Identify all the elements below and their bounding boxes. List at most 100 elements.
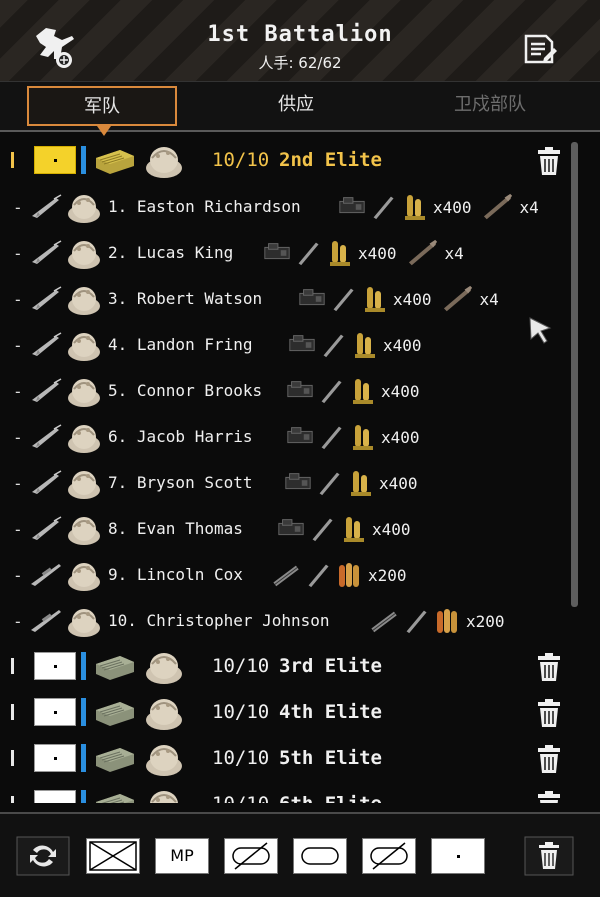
tab-garrison[interactable]: 卫戍部队 <box>415 86 565 126</box>
manpower-label: 人手: <box>258 54 294 72</box>
tab-army[interactable]: 军队 <box>27 86 177 136</box>
squad-flag[interactable] <box>34 146 76 174</box>
squad-name: 6th Elite <box>279 793 382 803</box>
sight-icon <box>287 427 313 444</box>
trash-icon[interactable] <box>537 698 561 728</box>
sight-icon <box>299 289 325 306</box>
formation-slot-oval[interactable] <box>293 838 347 874</box>
tank-icon[interactable] <box>94 698 136 728</box>
helmet-icon <box>68 471 100 499</box>
soldier-row[interactable]: - 2. Lucas King x400 x4 <box>0 230 565 276</box>
squad-count: 10/10 <box>212 793 269 803</box>
tank-icon[interactable] <box>94 744 136 774</box>
soldier-row[interactable]: - 9. Lincoln Cox x200 <box>0 552 565 598</box>
ammo-icon <box>437 609 457 633</box>
tank-icon[interactable] <box>94 790 136 803</box>
squad-name: 3rd Elite <box>279 655 382 677</box>
soldier-row[interactable]: - 5. Connor Brooks x400 <box>0 368 565 414</box>
soldier-name: 9. Lincoln Cox <box>108 565 243 584</box>
ammo-icon <box>330 241 350 266</box>
tab-supply[interactable]: 供应 <box>221 86 371 126</box>
squad-flag[interactable] <box>34 790 76 803</box>
soldier-name: 4. Landon Fring <box>108 335 253 354</box>
trash-icon[interactable] <box>537 744 561 774</box>
squad-row[interactable]: 10/10 3rd Elite <box>0 644 565 690</box>
rifle-icon <box>32 516 62 540</box>
soldier-row[interactable]: - 3. Robert Watson x400 x4 <box>0 276 565 322</box>
tank-icon[interactable] <box>94 652 136 682</box>
soldier-indent-marker: - <box>13 566 23 585</box>
mouse-cursor-icon <box>529 317 552 344</box>
soldier-row[interactable]: - 10. Christopher Johnson x200 <box>0 598 565 644</box>
rocket-launcher-icon <box>483 193 512 220</box>
trash-icon[interactable] <box>537 652 561 682</box>
ammo-count: x400 <box>358 243 397 263</box>
formation-slot-dot[interactable] <box>431 838 485 874</box>
trash-icon[interactable] <box>537 790 561 803</box>
soldier-name: 8. Evan Thomas <box>108 519 243 538</box>
list-scrollbar[interactable] <box>571 142 578 607</box>
ammo-count: x400 <box>372 519 411 539</box>
soldier-name: 1. Easton Richardson <box>108 197 301 216</box>
swap-button[interactable] <box>16 836 70 876</box>
unit-list[interactable]: 10/10 2nd Elite - 1. Easton Richardson x40… <box>0 138 600 803</box>
formation-slot-cross[interactable] <box>86 838 140 874</box>
ammo-count: x400 <box>433 197 472 217</box>
soldier-name: 2. Lucas King <box>108 243 234 262</box>
squad-row[interactable]: 10/10 5th Elite <box>0 736 565 782</box>
squad-count: 10/10 <box>212 747 270 769</box>
disband-button[interactable] <box>524 836 574 876</box>
notes-icon[interactable] <box>522 32 560 66</box>
soldier-equipment: x200 <box>370 602 505 640</box>
rifle-icon <box>32 240 62 264</box>
soldier-indent-marker: - <box>13 474 23 493</box>
helmet-icon <box>150 791 178 803</box>
ammo-count: x400 <box>381 427 420 447</box>
bayonet-icon <box>373 196 394 220</box>
tank-icon[interactable] <box>94 146 136 176</box>
squad-flag[interactable] <box>34 698 76 726</box>
formation-slot-oval-slash-2[interactable] <box>362 838 416 874</box>
ammo-icon <box>365 287 385 312</box>
squad-flag[interactable] <box>34 652 76 680</box>
soldier-indent-marker: - <box>13 290 23 309</box>
rocket-launcher-icon <box>408 239 437 266</box>
expand-marker <box>11 750 14 766</box>
soldier-row[interactable]: - 8. Evan Thomas x400 <box>0 506 565 552</box>
soldier-row[interactable]: - 4. Landon Fring x400 <box>0 322 565 368</box>
formation-slot-oval-slash[interactable] <box>224 838 278 874</box>
trash-icon[interactable] <box>537 146 561 176</box>
soldier-row[interactable]: - 6. Jacob Harris x400 <box>0 414 565 460</box>
helmet-icon <box>68 425 100 453</box>
sight-icon <box>339 197 365 214</box>
ammo-count: x400 <box>393 289 432 309</box>
soldier-name: 3. Robert Watson <box>108 289 263 308</box>
helmet-icon <box>146 147 182 178</box>
soldier-equipment: x400 x4 <box>297 280 499 318</box>
ammo-icon <box>344 517 364 542</box>
soldier-equipment: x400 <box>285 372 420 410</box>
sight-icon <box>285 473 311 490</box>
rifle-icon <box>32 332 62 356</box>
bayonet-icon <box>308 564 329 588</box>
rocket-count: x4 <box>444 243 464 263</box>
sight-icon <box>278 519 304 536</box>
squad-toolbar: MP <box>0 812 600 897</box>
scope-icon <box>273 565 299 587</box>
helmet-icon <box>68 379 100 407</box>
helmet-icon <box>68 333 100 361</box>
sight-icon <box>289 335 315 352</box>
soldier-indent-marker: - <box>13 198 23 217</box>
squad-row[interactable]: 10/10 6th Elite <box>0 782 565 803</box>
helmet-icon <box>68 517 100 545</box>
rocket-launcher-icon <box>443 285 472 312</box>
squad-row[interactable]: 10/10 2nd Elite <box>0 138 565 184</box>
sight-icon <box>287 381 313 398</box>
bayonet-icon <box>333 288 354 312</box>
squad-row[interactable]: 10/10 4th Elite <box>0 690 565 736</box>
soldier-row[interactable]: - 1. Easton Richardson x400 x4 <box>0 184 565 230</box>
soldier-row[interactable]: - 7. Bryson Scott x400 <box>0 460 565 506</box>
formation-slot-mp[interactable]: MP <box>155 838 209 874</box>
squad-flag[interactable] <box>34 744 76 772</box>
soldier-indent-marker: - <box>13 428 23 447</box>
